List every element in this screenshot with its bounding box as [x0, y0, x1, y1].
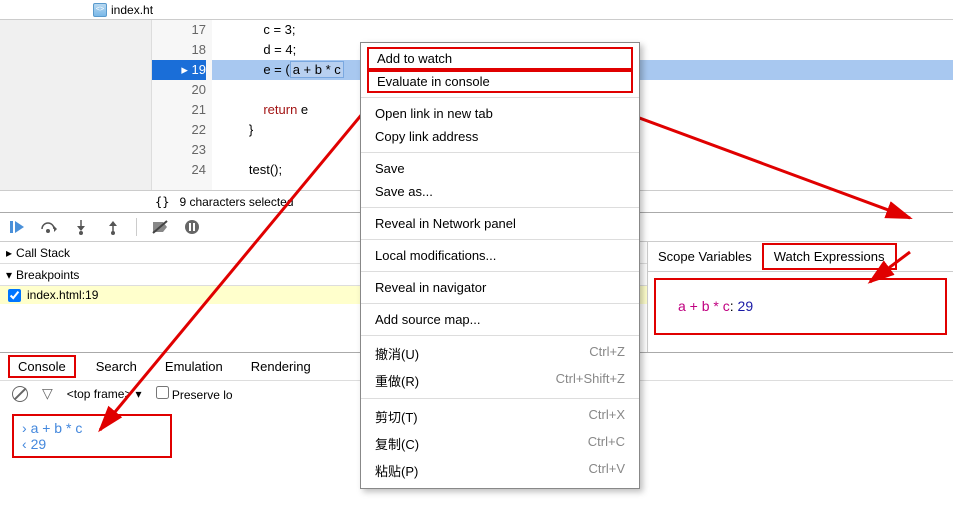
current-line-marker: ▸ 19 [152, 60, 206, 80]
step-over-icon[interactable] [40, 218, 58, 236]
selection-status: 9 characters selected [179, 195, 293, 209]
menu-item-label: 复制(C) [375, 434, 419, 453]
menu-item-label: 撤消(U) [375, 344, 419, 363]
menu-separator [361, 271, 639, 272]
menu-item[interactable]: 剪切(T) Ctrl+X [361, 403, 639, 430]
console-input-text: a + b * c [31, 420, 83, 436]
menu-item-label: Reveal in navigator [375, 280, 486, 295]
watch-expression-item[interactable]: a + b * c: 29 [654, 278, 947, 335]
scope-variables-tab[interactable]: Scope Variables [648, 245, 762, 268]
menu-item[interactable]: Reveal in navigator [361, 276, 639, 299]
menu-item-label: Copy link address [375, 129, 478, 144]
menu-item[interactable]: 撤消(U) Ctrl+Z [361, 340, 639, 367]
menu-item[interactable]: Open link in new tab [361, 102, 639, 125]
menu-shortcut: Ctrl+X [589, 407, 625, 426]
step-into-icon[interactable] [72, 218, 90, 236]
preserve-log-checkbox[interactable] [156, 386, 169, 399]
deactivate-breakpoints-icon[interactable] [151, 218, 169, 236]
menu-item[interactable]: Add source map... [361, 308, 639, 331]
file-tab[interactable]: <> index.ht [85, 1, 161, 19]
menu-shortcut: Ctrl+C [588, 434, 625, 453]
file-tab-bar: <> index.ht [0, 0, 953, 20]
emulation-tab[interactable]: Emulation [157, 357, 231, 376]
breakpoint-checkbox[interactable] [8, 289, 21, 302]
menu-item-label: Open link in new tab [375, 106, 493, 121]
debugger-right-panels: Scope Variables Watch Expressions a + b … [648, 242, 953, 352]
menu-item-label: Local modifications... [375, 248, 496, 263]
console-prompt-icon: › [22, 420, 31, 436]
selected-text: a + b * c [290, 61, 344, 78]
breakpoint-label: index.html:19 [27, 288, 98, 302]
clear-console-icon[interactable] [12, 386, 28, 402]
menu-item-label: Add to watch [377, 51, 452, 66]
menu-separator [361, 335, 639, 336]
file-tab-label: index.ht [111, 3, 153, 17]
menu-item[interactable]: Evaluate in console [367, 70, 633, 93]
toolbar-separator [136, 218, 137, 236]
menu-item-label: Save as... [375, 184, 433, 199]
code-line: c = 3; [212, 20, 953, 40]
menu-item[interactable]: 重做(R) Ctrl+Shift+Z [361, 367, 639, 394]
menu-shortcut: Ctrl+V [589, 461, 625, 480]
menu-separator [361, 207, 639, 208]
menu-item[interactable]: Local modifications... [361, 244, 639, 267]
context-menu: Add to watch Evaluate in console Open link… [360, 42, 640, 489]
menu-separator [361, 152, 639, 153]
console-result-text: 29 [31, 436, 47, 452]
console-tab[interactable]: Console [8, 355, 76, 378]
frame-selector[interactable]: <top frame> ▾ [67, 387, 142, 401]
menu-item[interactable]: Copy link address [361, 125, 639, 148]
expand-icon: ▸ [6, 246, 12, 260]
collapse-icon: ▾ [6, 268, 12, 282]
menu-item[interactable]: 粘贴(P) Ctrl+V [361, 457, 639, 484]
watch-expr-value: 29 [738, 298, 754, 314]
menu-item-label: 重做(R) [375, 371, 419, 390]
watch-expressions-tab[interactable]: Watch Expressions [762, 243, 897, 270]
search-tab[interactable]: Search [88, 357, 145, 376]
menu-item-label: Reveal in Network panel [375, 216, 516, 231]
menu-item[interactable]: 复制(C) Ctrl+C [361, 430, 639, 457]
menu-separator [361, 239, 639, 240]
menu-shortcut: Ctrl+Z [589, 344, 625, 363]
line-numbers: 17 18 ▸ 19 20 21 22 23 24 [152, 20, 212, 190]
step-out-icon[interactable] [104, 218, 122, 236]
menu-item[interactable]: Reveal in Network panel [361, 212, 639, 235]
menu-item-label: 粘贴(P) [375, 461, 418, 480]
pause-exceptions-icon[interactable] [183, 218, 201, 236]
menu-separator [361, 303, 639, 304]
filter-icon[interactable]: ▽ [42, 385, 53, 402]
dropdown-icon: ▾ [136, 387, 142, 401]
editor-left-gutter [0, 20, 152, 190]
menu-item[interactable]: Add to watch [367, 47, 633, 70]
menu-item-label: Evaluate in console [377, 74, 490, 89]
braces-icon[interactable]: {} [155, 195, 169, 209]
breakpoint-arrow-icon: ▸ [181, 60, 188, 80]
menu-item-label: 剪切(T) [375, 407, 418, 426]
watch-expr-text: a + b * c [678, 298, 730, 314]
menu-item[interactable]: Save as... [361, 180, 639, 203]
preserve-log-label[interactable]: Preserve lo [156, 386, 233, 402]
menu-item[interactable]: Save [361, 157, 639, 180]
menu-item-label: Save [375, 161, 405, 176]
rendering-tab[interactable]: Rendering [243, 357, 319, 376]
console-result-icon: ‹ [22, 436, 31, 452]
resume-icon[interactable] [8, 218, 26, 236]
menu-separator [361, 97, 639, 98]
menu-item-label: Add source map... [375, 312, 481, 327]
menu-separator [361, 398, 639, 399]
menu-shortcut: Ctrl+Shift+Z [556, 371, 625, 390]
html-file-icon: <> [93, 3, 107, 17]
